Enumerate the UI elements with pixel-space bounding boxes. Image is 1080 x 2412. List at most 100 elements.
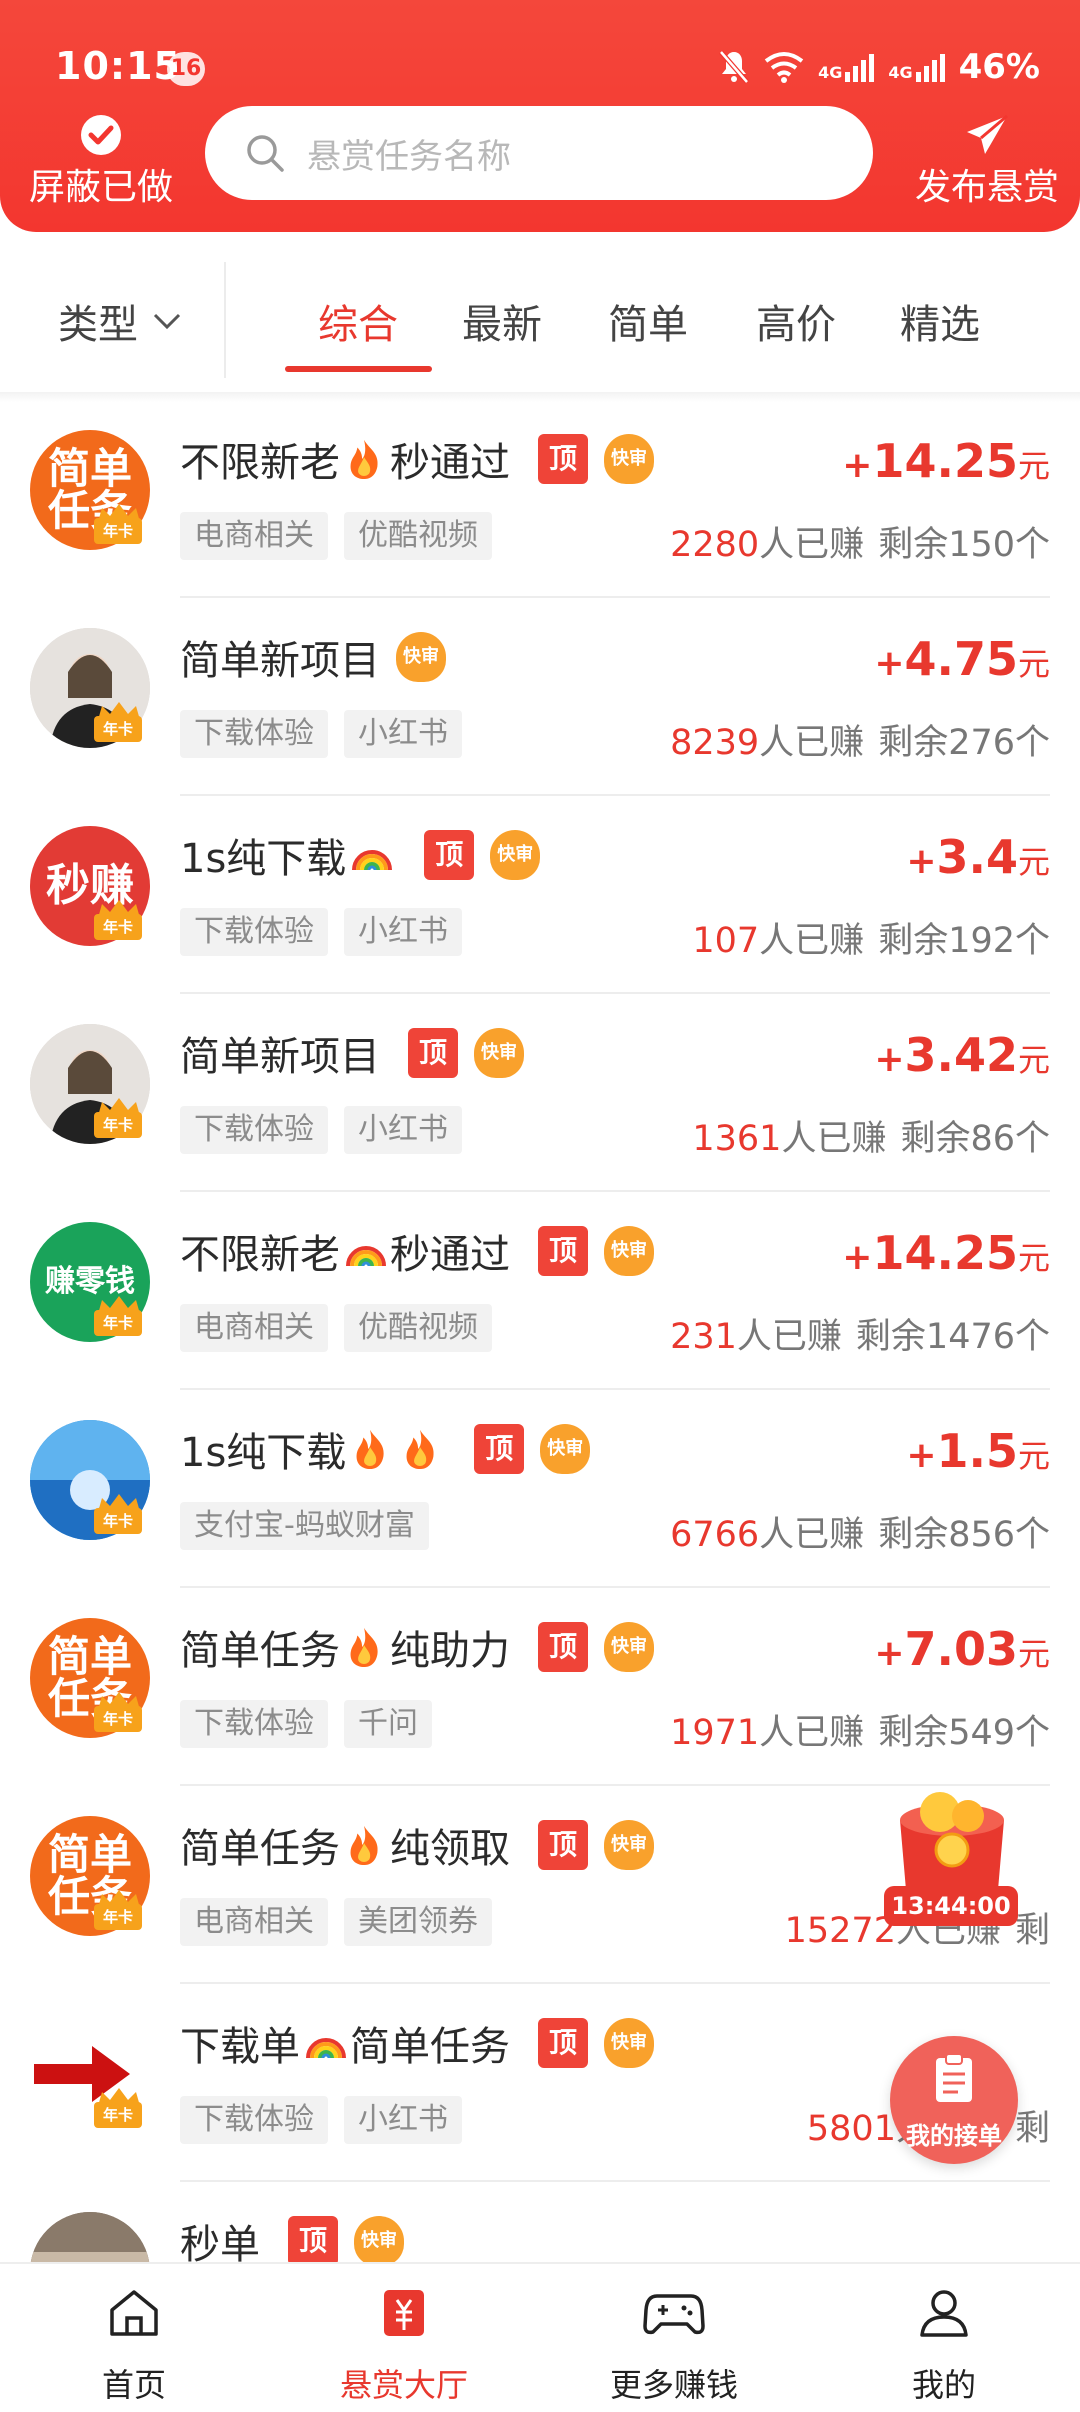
- task-tags: 下载体验 小红书: [180, 908, 462, 956]
- profile-icon: [920, 2290, 968, 2337]
- task-row[interactable]: 年卡 简单新项目 快审 下载体验 小红书 +4.75元 8239人已赚 剩余276个: [0, 598, 1080, 796]
- task-tags: 支付宝-蚂蚁财富: [180, 1502, 429, 1550]
- top-badge: 顶: [474, 1424, 525, 1474]
- search-bar[interactable]: 悬赏任务名称: [205, 106, 873, 200]
- rainbow-emoji-icon: [350, 834, 393, 876]
- remaining-count: 剩: [1014, 2109, 1050, 2149]
- tab-high-price[interactable]: 高价: [756, 292, 836, 350]
- hide-done-button[interactable]: 屏蔽已做: [26, 104, 176, 210]
- task-row[interactable]: 赚零钱 年卡 不限新老 秒通过顶快审 电商相关 优酷视频 +14.25元 231人已赚 剩余14…: [0, 1192, 1080, 1390]
- remaining-count: 剩余549个: [878, 1713, 1050, 1753]
- search-icon: [247, 135, 284, 172]
- nav-mine[interactable]: 我的: [844, 2282, 1044, 2406]
- task-title-text-2: 秒通过: [390, 440, 510, 486]
- tab-featured[interactable]: 精选: [900, 292, 980, 350]
- task-title: 简单任务 纯助力顶快审: [180, 1618, 654, 1676]
- task-stats: 6766人已赚 剩余856个: [670, 1506, 1050, 1557]
- task-tag: 千问: [344, 1700, 432, 1748]
- countdown-timer: 13:44:00: [884, 1886, 1018, 1926]
- crown-icon: 年卡: [94, 504, 144, 548]
- nav-home[interactable]: 首页: [34, 2282, 234, 2406]
- year-card-label: 年卡: [94, 2102, 142, 2128]
- task-reward: +14.25元: [842, 434, 1050, 488]
- task-row[interactable]: 秒赚 年卡 1s纯下载顶快审 下载体验 小红书 +3.4元 107人已赚 剩余192个: [0, 796, 1080, 994]
- earned-suffix: 人已赚: [759, 723, 865, 763]
- task-tags: 下载体验 小红书: [180, 1106, 462, 1154]
- nav-more-earn-label: 更多赚钱: [609, 2366, 738, 2404]
- tab-comprehensive[interactable]: 综合: [318, 292, 398, 350]
- task-row[interactable]: 简单 任务 年卡 简单任务 纯助力顶快审 下载体验 千问 +7.03元 1971人已赚 剩余549…: [0, 1588, 1080, 1786]
- tab-simple[interactable]: 简单: [608, 292, 688, 350]
- reward-amount: 3.4: [936, 830, 1018, 884]
- tab-latest[interactable]: 最新: [462, 292, 542, 350]
- filter-divider: [224, 262, 226, 378]
- task-title-text: 1s纯下载: [180, 836, 347, 882]
- reward-plus: +: [874, 1633, 905, 1674]
- reward-amount: 7.03: [904, 1622, 1018, 1676]
- notification-count-badge: 16: [167, 52, 205, 86]
- task-tag: 下载体验: [180, 2096, 328, 2144]
- top-badge: 顶: [538, 2018, 588, 2068]
- fast-review-badge: 快审: [540, 1424, 591, 1474]
- task-reward: +3.4元: [906, 830, 1050, 884]
- task-row[interactable]: 简单 任务 年卡 不限新老 秒通过顶快审 电商相关 优酷视频 +14.25元 2280人已赚 剩余…: [0, 400, 1080, 598]
- remaining-count: 剩余856个: [878, 1515, 1050, 1555]
- fire-emoji-icon: [344, 438, 386, 480]
- reward-unit: 元: [1017, 1635, 1050, 1673]
- status-bar: 10:15 16 4G 4G 46%: [0, 0, 1080, 100]
- fire-emoji-icon: [344, 1626, 386, 1668]
- reward-plus: +: [842, 1237, 873, 1278]
- status-time: 10:15: [55, 44, 181, 88]
- my-orders-button[interactable]: 我的接单: [890, 2036, 1018, 2164]
- reward-amount: 4.75: [904, 632, 1018, 686]
- task-title-text: 下载单: [180, 2024, 300, 2070]
- reward-unit: 元: [1017, 1041, 1050, 1079]
- nav-reward-hall-label: 悬赏大厅: [339, 2366, 468, 2404]
- year-card-label: 年卡: [94, 1310, 142, 1336]
- type-dropdown[interactable]: 类型: [58, 292, 182, 350]
- task-row[interactable]: 年卡 1s纯下载 顶快审 支付宝-蚂蚁财富 +1.5元 6766人已赚 剩余856个: [0, 1390, 1080, 1588]
- task-tag: 小红书: [344, 2096, 462, 2144]
- nav-more-earn[interactable]: 更多赚钱: [574, 2282, 774, 2406]
- task-title: 下载单 简单任务顶快审: [180, 2014, 654, 2072]
- task-tag: 优酷视频: [344, 512, 492, 560]
- publish-reward-button[interactable]: 发布悬赏: [912, 104, 1062, 210]
- reward-amount: 1.5: [936, 1424, 1018, 1478]
- crown-icon: 年卡: [94, 2088, 144, 2132]
- year-card-label: 年卡: [94, 1508, 142, 1534]
- year-card-label: 年卡: [94, 914, 142, 940]
- remaining-count: 剩余276个: [878, 723, 1050, 763]
- task-reward: +14.25元: [842, 1226, 1050, 1280]
- task-reward: +3.42元: [874, 1028, 1050, 1082]
- task-tag: 支付宝-蚂蚁财富: [180, 1502, 429, 1550]
- reward-plus: +: [874, 1039, 905, 1080]
- task-title: 简单任务 纯领取顶快审: [180, 1816, 654, 1874]
- earned-suffix: 人已赚: [759, 525, 865, 565]
- task-title-text: 不限新老: [180, 440, 340, 486]
- fast-review-badge: 快审: [604, 434, 654, 484]
- reward-plus: +: [874, 643, 905, 684]
- reward-amount: 14.25: [872, 434, 1018, 488]
- reward-unit: 元: [1017, 843, 1050, 881]
- year-card-label: 年卡: [94, 1112, 142, 1138]
- fast-review-badge: 快审: [604, 1820, 654, 1870]
- earned-count: 8239: [670, 723, 760, 763]
- rainbow-emoji-icon: [304, 2022, 346, 2064]
- task-title-text-2: 秒通过: [390, 1232, 510, 1278]
- crown-icon: 年卡: [94, 900, 144, 944]
- year-card-label: 年卡: [94, 1706, 142, 1732]
- task-row[interactable]: 年卡 简单新项目顶快审 下载体验 小红书 +3.42元 1361人已赚 剩余86个: [0, 994, 1080, 1192]
- earned-suffix: 人已赚: [759, 1713, 865, 1753]
- signal-1-icon: 4G: [818, 52, 875, 82]
- fast-review-badge: 快审: [474, 1028, 524, 1078]
- task-tag: 电商相关: [180, 1898, 328, 1946]
- crown-icon: 年卡: [94, 1494, 144, 1538]
- nav-reward-hall[interactable]: 悬赏大厅: [304, 2282, 504, 2406]
- crown-icon: 年卡: [94, 1296, 144, 1340]
- reward-amount: 14.25: [872, 1226, 1018, 1280]
- top-header: 10:15 16 4G 4G 46% 屏蔽已做 悬赏任务名称 发布悬赏: [0, 0, 1080, 232]
- task-title: 1s纯下载 顶快审: [180, 1420, 591, 1478]
- nav-mine-label: 我的: [911, 2366, 976, 2404]
- top-badge: 顶: [408, 1028, 458, 1078]
- status-icons: 4G 4G 46%: [718, 44, 1040, 90]
